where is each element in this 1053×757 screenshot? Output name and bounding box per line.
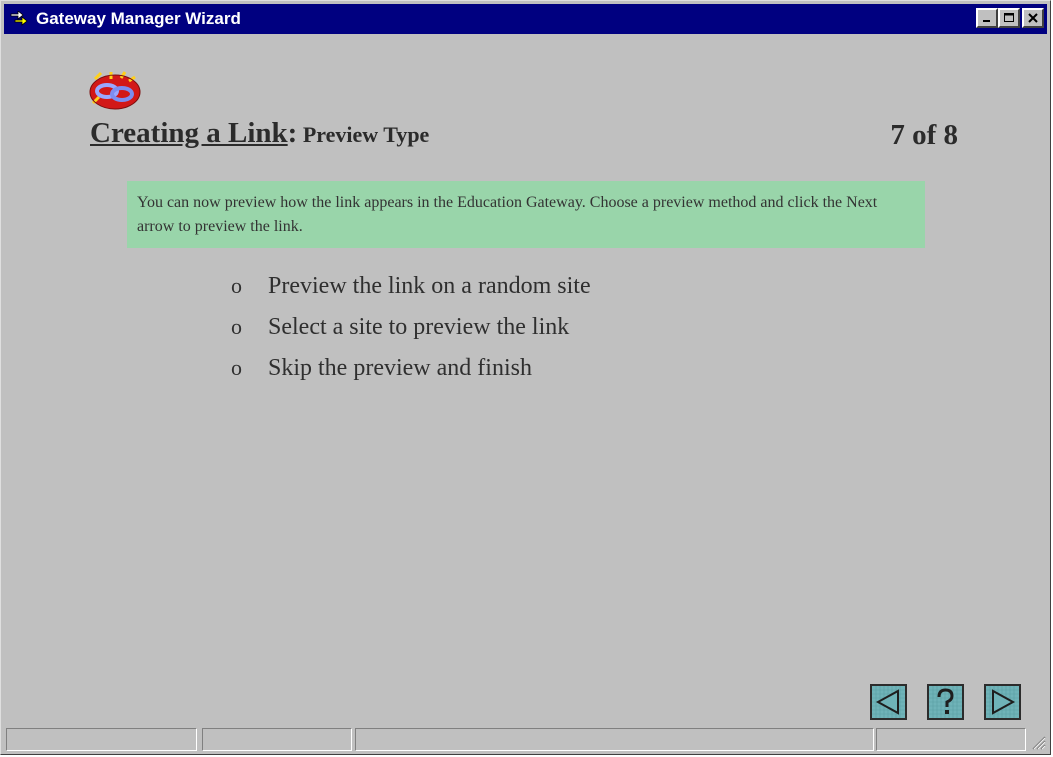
option-skip-preview[interactable]: o Skip the preview and finish (231, 355, 591, 396)
option-label: Skip the preview and finish (268, 355, 532, 381)
app-arrows-icon[interactable] (10, 9, 30, 29)
heading-subtitle: Preview Type (297, 122, 430, 147)
option-bullet: o (231, 273, 242, 298)
heading-main: Creating a Link (90, 117, 288, 149)
right-arrow-icon (986, 686, 1019, 718)
question-mark-icon (929, 686, 962, 718)
option-select-site[interactable]: o Select a site to preview the link (231, 314, 591, 355)
instruction-box: You can now preview how the link appears… (127, 181, 925, 248)
step-counter: 7 of 8 (890, 119, 958, 151)
status-panel-2 (202, 728, 352, 751)
window-controls (976, 8, 1044, 28)
minimize-button[interactable] (976, 8, 998, 28)
title-bar[interactable]: Gateway Manager Wizard (4, 4, 1047, 34)
next-button[interactable] (984, 684, 1021, 720)
status-panel-4 (876, 728, 1026, 751)
option-label: Select a site to preview the link (268, 314, 570, 340)
preview-options-list: o Preview the link on a random site o Se… (231, 273, 591, 396)
option-label: Preview the link on a random site (268, 273, 591, 299)
back-button[interactable] (870, 684, 907, 720)
option-bullet: o (231, 314, 242, 339)
close-icon (1028, 13, 1038, 23)
page-heading: Creating a Link: Preview Type (90, 117, 429, 150)
maximize-icon (1004, 13, 1014, 22)
status-bar (6, 728, 1046, 751)
heading-colon: : (287, 117, 298, 149)
window-title: Gateway Manager Wizard (36, 9, 241, 28)
left-arrow-icon (872, 686, 905, 718)
resize-grip-icon[interactable] (1030, 734, 1046, 750)
help-button[interactable] (927, 684, 964, 720)
minimize-icon (983, 20, 990, 22)
maximize-button[interactable] (998, 8, 1020, 28)
close-button[interactable] (1022, 8, 1044, 28)
status-panel-3 (355, 728, 874, 751)
option-random-site[interactable]: o Preview the link on a random site (231, 273, 591, 314)
option-bullet: o (231, 355, 242, 380)
wizard-window: Gateway Manager Wizard Creating a Link: … (0, 0, 1051, 755)
status-panel-1 (6, 728, 197, 751)
chain-link-logo-icon (87, 69, 143, 111)
